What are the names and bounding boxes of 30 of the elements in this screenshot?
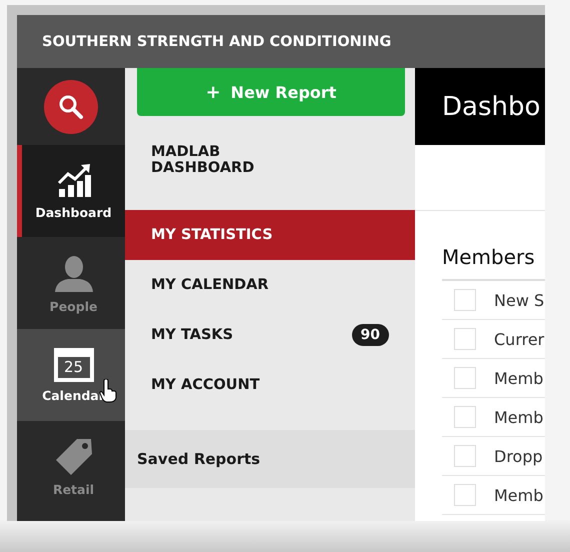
menu-item[interactable]: MADLAB DASHBOARD xyxy=(125,144,347,210)
chart-icon xyxy=(56,162,92,198)
search-icon xyxy=(58,94,84,120)
menu-item[interactable]: MY ACCOUNT xyxy=(125,360,415,410)
calendar-icon: 25 xyxy=(54,348,94,382)
checkbox[interactable] xyxy=(454,328,476,350)
checkbox[interactable] xyxy=(454,484,476,506)
search-button[interactable] xyxy=(44,80,98,134)
checkbox[interactable] xyxy=(454,367,476,389)
row-label: Memb xyxy=(494,408,544,426)
menu-item[interactable]: MY CALENDAR xyxy=(125,260,415,310)
row-label: Memb xyxy=(494,486,544,504)
checkbox[interactable] xyxy=(454,289,476,311)
row-label: Currer xyxy=(494,330,544,348)
count-badge: 90 xyxy=(352,324,389,346)
section-title: Members xyxy=(442,211,545,281)
row-label: Memb xyxy=(494,368,544,388)
checkbox[interactable] xyxy=(454,406,476,428)
menu-item[interactable]: MY TASKS 90 xyxy=(125,310,415,360)
row-label: New S xyxy=(494,290,544,310)
checkbox[interactable] xyxy=(454,445,476,467)
nav-item[interactable]: Retail xyxy=(17,421,125,513)
nav-item[interactable]: People xyxy=(17,237,125,329)
saved-reports-title: Saved Reports xyxy=(137,450,260,468)
page-title: Dashbo xyxy=(442,92,540,122)
nav-item[interactable]: Dashboard xyxy=(17,145,125,237)
row-label: Dropp xyxy=(494,446,543,466)
app-title: SOUTHERN STRENGTH AND CONDITIONING xyxy=(42,34,392,50)
tag-icon xyxy=(54,438,92,476)
menu-item[interactable]: MY STATISTICS xyxy=(125,210,415,260)
